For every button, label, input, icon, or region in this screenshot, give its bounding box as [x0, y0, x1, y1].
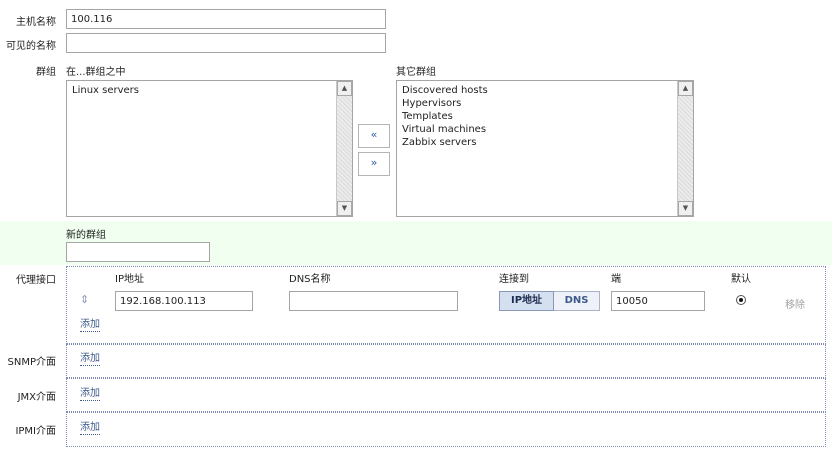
group-option[interactable]: Virtual machines [402, 123, 488, 136]
other-groups-heading: 其它群组 [396, 67, 436, 78]
scroll-down-arrow-icon[interactable]: ▼ [678, 201, 693, 216]
snmp-add-link[interactable]: 添加 [80, 353, 100, 366]
scroll-up-arrow-icon[interactable]: ▲ [678, 81, 693, 96]
visible-name-label: 可见的名称 [6, 41, 56, 52]
port-column-header: 端 [611, 274, 621, 285]
ipmi-add-link[interactable]: 添加 [80, 422, 100, 435]
snmp-interfaces-label: SNMP介面 [7, 357, 57, 368]
groups-label: 群组 [36, 67, 56, 78]
drag-handle-icon[interactable]: ⇕ [80, 293, 89, 306]
scroll-up-arrow-icon[interactable]: ▲ [337, 81, 352, 96]
group-option[interactable]: Zabbix servers [402, 136, 488, 149]
ip-column-header: IP地址 [115, 274, 144, 285]
move-right-button[interactable]: » [358, 152, 390, 176]
agent-interfaces-label: 代理接口 [16, 275, 56, 286]
in-groups-listbox[interactable]: Linux servers ▲ ▼ [66, 80, 353, 217]
group-option[interactable]: Templates [402, 110, 488, 123]
jmx-add-link[interactable]: 添加 [80, 388, 100, 401]
agent-add-link[interactable]: 添加 [80, 319, 100, 332]
connect-dns-button[interactable]: DNS [554, 291, 600, 311]
dns-column-header: DNS名称 [289, 274, 331, 285]
agent-port-input[interactable] [611, 291, 705, 311]
group-option[interactable]: Linux servers [72, 84, 139, 97]
agent-dns-input[interactable] [289, 291, 458, 311]
visible-name-input[interactable] [66, 33, 386, 53]
remove-interface-button[interactable]: 移除 [785, 296, 805, 311]
ipmi-interfaces-box [66, 412, 826, 447]
host-name-input[interactable] [66, 9, 386, 29]
scroll-down-arrow-icon[interactable]: ▼ [337, 201, 352, 216]
other-groups-scrollbar[interactable]: ▲ ▼ [677, 81, 693, 216]
group-option[interactable]: Hypervisors [402, 97, 488, 110]
ipmi-interfaces-label: IPMI介面 [15, 426, 56, 437]
jmx-interfaces-box [66, 378, 826, 412]
host-name-label: 主机名称 [16, 17, 56, 28]
default-column-header: 默认 [731, 274, 751, 285]
in-groups-scrollbar[interactable]: ▲ ▼ [336, 81, 352, 216]
default-interface-radio[interactable] [736, 295, 746, 305]
other-groups-listbox[interactable]: Discovered hosts Hypervisors Templates Virt… [396, 80, 694, 217]
snmp-interfaces-box [66, 344, 826, 378]
new-group-input[interactable] [66, 242, 210, 262]
move-left-button[interactable]: « [358, 124, 390, 148]
agent-ip-input[interactable] [115, 291, 253, 311]
jmx-interfaces-label: JMX介面 [17, 392, 56, 403]
connect-ip-button[interactable]: IP地址 [499, 291, 554, 311]
in-groups-heading: 在...群组之中 [66, 67, 126, 78]
group-option[interactable]: Discovered hosts [402, 84, 488, 97]
connect-to-toggle[interactable]: IP地址 DNS [499, 291, 600, 311]
new-group-label: 新的群组 [66, 230, 106, 241]
connect-to-column-header: 连接到 [499, 274, 529, 285]
